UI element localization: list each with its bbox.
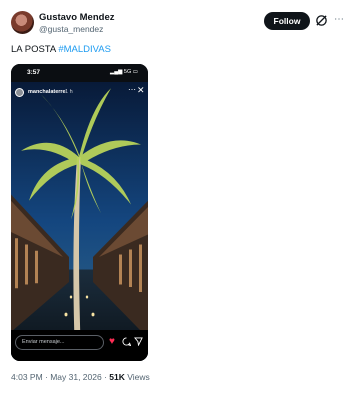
media-screenshot[interactable]: 3:57 ▂▄▆ 5G ▭ manchalaterre 1 h ⋯ ✕ Envi…	[11, 64, 148, 361]
story-avatar[interactable]	[15, 88, 24, 97]
follow-button[interactable]: Follow	[264, 12, 310, 30]
message-input[interactable]: Enviar mensaje...	[15, 335, 104, 350]
story-time: 1 h	[65, 89, 73, 95]
signal-battery-icons: ▂▄▆ 5G ▭	[110, 69, 138, 75]
tweet-header: Gustavo Mendez @gusta_mendez Follow ⋯	[11, 11, 344, 37]
send-icon[interactable]	[134, 337, 143, 346]
more-options-icon[interactable]: ⋯	[334, 14, 344, 27]
heart-icon[interactable]: ♥	[109, 336, 115, 348]
tweet-text: LA POSTA #MALDIVAS	[11, 44, 111, 55]
maldives-palm-photo	[11, 82, 148, 361]
story-username[interactable]: manchalaterre	[28, 89, 66, 95]
story-reply-bar: Enviar mensaje... ♥	[11, 330, 148, 361]
story-more-icon[interactable]: ⋯	[128, 85, 136, 94]
tweet-meta: 4:03 PM · May 31, 2026 · 51K Views	[11, 372, 150, 382]
author-name[interactable]: Gustavo Mendez	[39, 12, 115, 23]
phone-clock: 3:57	[27, 69, 41, 76]
tweet-text-body: LA POSTA	[11, 44, 59, 55]
phone-status-bar: 3:57 ▂▄▆ 5G ▭	[11, 64, 148, 82]
author-avatar[interactable]	[11, 11, 34, 34]
views-count: 51K	[109, 372, 125, 382]
comment-icon[interactable]	[122, 337, 131, 346]
tweet-timestamp[interactable]: 4:03 PM · May 31, 2026 ·	[11, 372, 109, 382]
story-user[interactable]: manchalaterre 1 h	[15, 88, 135, 98]
story-close-icon[interactable]: ✕	[137, 86, 145, 95]
views-label: Views	[124, 372, 150, 382]
hashtag-link[interactable]: #MALDIVAS	[58, 44, 111, 55]
grok-icon[interactable]	[315, 14, 328, 27]
author-handle[interactable]: @gusta_mendez	[39, 24, 103, 34]
